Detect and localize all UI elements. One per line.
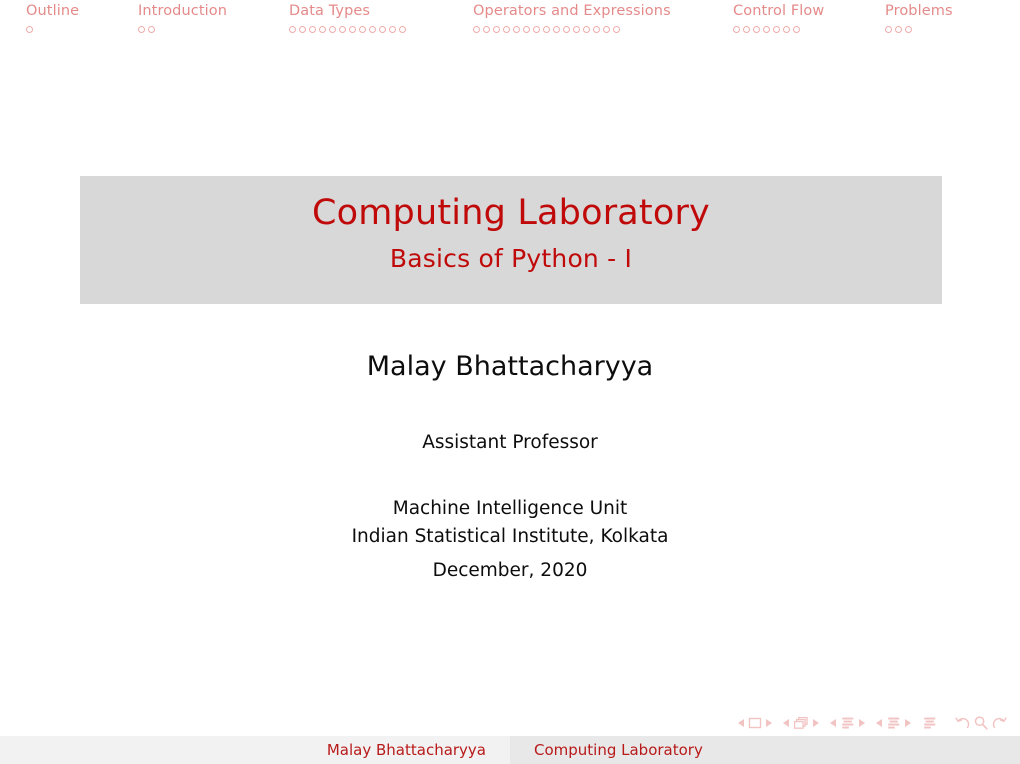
document-lines-icon[interactable]	[922, 716, 937, 731]
nav-slide-dots-introduction	[138, 24, 275, 35]
title-block: Computing Laboratory Basics of Python - …	[80, 176, 942, 304]
square-frame-icon[interactable]	[748, 716, 762, 730]
nav-slide-dot[interactable]	[613, 26, 620, 33]
nav-slide-dot[interactable]	[503, 26, 510, 33]
nav-section-introduction[interactable]: Introduction	[118, 0, 275, 35]
back-arrow-icon[interactable]	[954, 715, 971, 731]
nav-section-problems[interactable]: Problems	[885, 0, 1020, 35]
previous-frame-arrow-icon[interactable]	[783, 719, 789, 727]
stacked-frames-icon[interactable]	[793, 716, 809, 731]
next-frame-arrow-icon[interactable]	[813, 719, 819, 727]
nav-slide-dots-operators-and-expressions	[473, 24, 730, 35]
frame-navigation-group[interactable]	[783, 716, 819, 731]
nav-slide-dot[interactable]	[583, 26, 590, 33]
nav-slide-dot[interactable]	[783, 26, 790, 33]
footline-title-cell: Computing Laboratory	[510, 736, 1020, 764]
nav-slide-dot[interactable]	[349, 26, 356, 33]
footline: Malay Bhattacharyya Computing Laboratory	[0, 736, 1020, 764]
nav-slide-dots-control-flow	[733, 24, 885, 35]
section-navigation-group[interactable]	[876, 716, 911, 731]
footline-author-cell: Malay Bhattacharyya	[0, 736, 510, 764]
nav-slide-dot[interactable]	[763, 26, 770, 33]
nav-slide-dot[interactable]	[493, 26, 500, 33]
nav-slide-dot[interactable]	[543, 26, 550, 33]
nav-slide-dot[interactable]	[533, 26, 540, 33]
nav-slide-dot[interactable]	[359, 26, 366, 33]
nav-slide-dot[interactable]	[593, 26, 600, 33]
nav-slide-dot[interactable]	[523, 26, 530, 33]
affiliation-line-institute: Indian Statistical Institute, Kolkata	[351, 526, 669, 547]
nav-slide-dot[interactable]	[563, 26, 570, 33]
subsection-navigation-group[interactable]	[830, 716, 865, 731]
nav-slide-dot[interactable]	[339, 26, 346, 33]
nav-slide-dot[interactable]	[905, 26, 912, 33]
forward-arrow-icon[interactable]	[991, 715, 1008, 731]
footline-title-text: Computing Laboratory	[534, 741, 703, 759]
nav-section-label[interactable]: Outline	[26, 3, 118, 19]
page-subtitle: Basics of Python - I	[389, 244, 633, 273]
nav-section-data-types[interactable]: Data Types	[275, 0, 465, 35]
nav-slide-dot[interactable]	[319, 26, 326, 33]
affiliation-block: Machine Intelligence Unit Indian Statist…	[0, 495, 1020, 551]
nav-section-label[interactable]: Introduction	[138, 3, 275, 19]
nav-slide-dot[interactable]	[289, 26, 296, 33]
nav-slide-dot[interactable]	[369, 26, 376, 33]
nav-slide-dot[interactable]	[138, 26, 145, 33]
nav-slide-dot[interactable]	[513, 26, 520, 33]
nav-section-label[interactable]: Operators and Expressions	[473, 3, 730, 19]
next-slide-arrow-icon[interactable]	[766, 719, 772, 727]
nav-slide-dot[interactable]	[309, 26, 316, 33]
nav-slide-dot[interactable]	[26, 26, 33, 33]
affiliation-line-unit: Machine Intelligence Unit	[392, 498, 628, 519]
nav-slide-dot[interactable]	[553, 26, 560, 33]
slide-navigation-group[interactable]	[738, 716, 772, 730]
section-navigation-bar: Outline Introduction Data Types Operator…	[0, 0, 1020, 46]
footline-author-text: Malay Bhattacharyya	[326, 741, 486, 759]
nav-slide-dot[interactable]	[329, 26, 336, 33]
next-subsection-arrow-icon[interactable]	[859, 719, 865, 727]
nav-slide-dot[interactable]	[299, 26, 306, 33]
section-lines-icon[interactable]	[886, 716, 901, 731]
nav-slide-dot[interactable]	[753, 26, 760, 33]
nav-slide-dot[interactable]	[733, 26, 740, 33]
nav-slide-dot[interactable]	[473, 26, 480, 33]
previous-slide-arrow-icon[interactable]	[738, 719, 744, 727]
nav-section-label[interactable]: Control Flow	[733, 3, 885, 19]
previous-section-arrow-icon[interactable]	[876, 719, 882, 727]
nav-slide-dot[interactable]	[148, 26, 155, 33]
next-section-arrow-icon[interactable]	[905, 719, 911, 727]
nav-slide-dots-problems	[885, 24, 1020, 35]
nav-slide-dot[interactable]	[895, 26, 902, 33]
document-search-group[interactable]	[954, 715, 1008, 731]
presentation-date: December, 2020	[432, 560, 588, 581]
subsection-lines-icon[interactable]	[840, 716, 855, 731]
search-icon[interactable]	[973, 715, 989, 731]
nav-slide-dot[interactable]	[483, 26, 490, 33]
page-title: Computing Laboratory	[312, 193, 710, 233]
nav-slide-dot[interactable]	[573, 26, 580, 33]
nav-slide-dot[interactable]	[793, 26, 800, 33]
previous-subsection-arrow-icon[interactable]	[830, 719, 836, 727]
nav-section-label[interactable]: Data Types	[289, 3, 465, 19]
author-block: Malay Bhattacharyya Assistant Professor …	[0, 350, 1020, 585]
nav-slide-dot[interactable]	[399, 26, 406, 33]
author-name: Malay Bhattacharyya	[366, 351, 654, 382]
nav-slide-dot[interactable]	[389, 26, 396, 33]
nav-slide-dot[interactable]	[379, 26, 386, 33]
nav-section-outline[interactable]: Outline	[0, 0, 118, 35]
nav-slide-dots-outline	[26, 24, 118, 35]
beamer-navigation-symbols[interactable]	[738, 712, 1008, 734]
nav-slide-dot[interactable]	[885, 26, 892, 33]
document-navigation-group[interactable]	[922, 716, 937, 731]
nav-slide-dot[interactable]	[773, 26, 780, 33]
nav-section-operators-and-expressions[interactable]: Operators and Expressions	[465, 0, 730, 35]
nav-section-label[interactable]: Problems	[885, 3, 1020, 19]
author-designation: Assistant Professor	[422, 432, 598, 453]
nav-slide-dots-data-types	[289, 24, 465, 35]
nav-section-control-flow[interactable]: Control Flow	[730, 0, 885, 35]
nav-slide-dot[interactable]	[743, 26, 750, 33]
nav-slide-dot[interactable]	[603, 26, 610, 33]
